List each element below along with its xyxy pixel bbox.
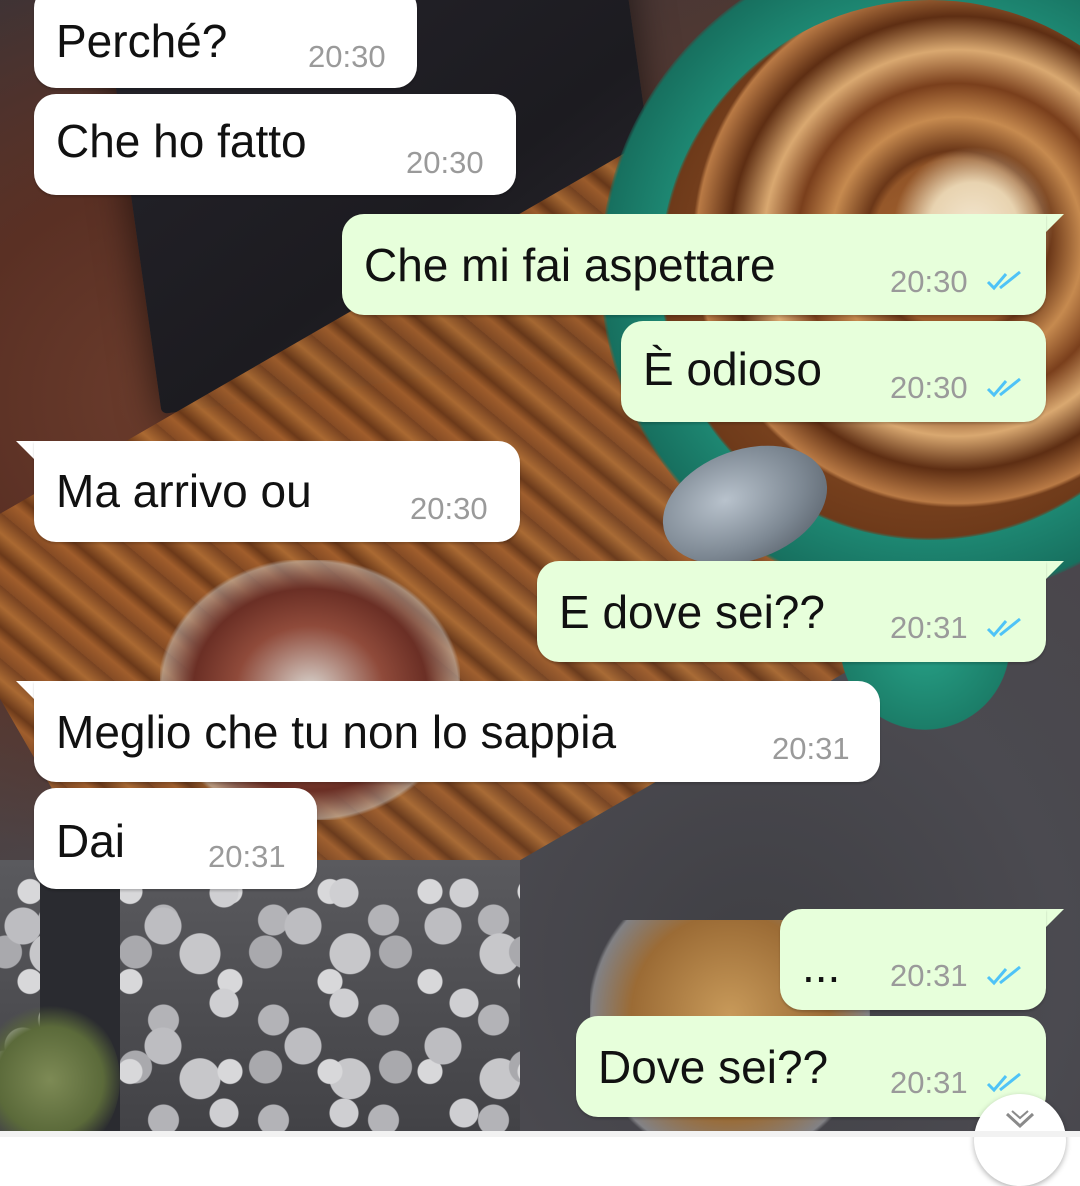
message-text: E dove sei?? <box>559 586 825 638</box>
message-text: È odioso <box>643 343 823 395</box>
message-time: 20:30 <box>890 264 968 299</box>
message-bubble-outgoing[interactable]: Dove sei?? 20:31 <box>576 1016 1046 1117</box>
message-bubble-incoming[interactable]: Perché? 20:30 <box>34 0 417 88</box>
double-check-icon <box>986 965 1021 986</box>
message-time: 20:31 <box>208 839 286 874</box>
message-text: Dai <box>56 815 126 867</box>
message-time: 20:30 <box>308 39 386 74</box>
message-bubble-incoming[interactable]: Meglio che tu non lo sappia 20:31 <box>34 681 880 782</box>
chevron-down-icon <box>1005 1110 1035 1129</box>
message-text: ... <box>802 940 841 992</box>
message-bubble-outgoing[interactable]: ... 20:31 <box>780 909 1046 1010</box>
message-time: 20:31 <box>890 610 968 645</box>
message-text: Dove sei?? <box>598 1041 829 1093</box>
message-bubble-incoming[interactable]: Dai 20:31 <box>34 788 317 889</box>
message-time: 20:31 <box>772 731 850 766</box>
double-check-icon <box>986 1072 1021 1093</box>
message-time: 20:30 <box>890 370 968 405</box>
message-bubble-incoming[interactable]: Che ho fatto 20:30 <box>34 94 516 195</box>
message-text: Perché? <box>56 15 228 67</box>
message-bubble-outgoing[interactable]: Che mi fai aspettare 20:30 <box>342 214 1046 315</box>
message-text: Che ho fatto <box>56 115 307 167</box>
message-time: 20:31 <box>890 958 968 993</box>
message-text: Che mi fai aspettare <box>364 239 776 291</box>
message-bubble-outgoing[interactable]: È odioso 20:30 <box>621 321 1046 422</box>
double-check-icon <box>986 270 1021 291</box>
message-time: 20:30 <box>410 491 488 526</box>
double-check-icon <box>986 377 1021 398</box>
scroll-to-bottom-button[interactable] <box>974 1094 1066 1186</box>
message-bubble-incoming[interactable]: Ma arrivo ou 20:30 <box>34 441 520 542</box>
message-time: 20:31 <box>890 1065 968 1100</box>
message-text: Ma arrivo ou <box>56 465 312 517</box>
message-time: 20:30 <box>406 145 484 180</box>
message-input-bar-edge <box>0 1131 1080 1137</box>
chat-message-list[interactable]: Perché? 20:30 Che ho fatto 20:30 Che mi … <box>0 0 1080 1186</box>
message-bubble-outgoing[interactable]: E dove sei?? 20:31 <box>537 561 1046 662</box>
message-text: Meglio che tu non lo sappia <box>56 706 617 758</box>
double-check-icon <box>986 617 1021 638</box>
